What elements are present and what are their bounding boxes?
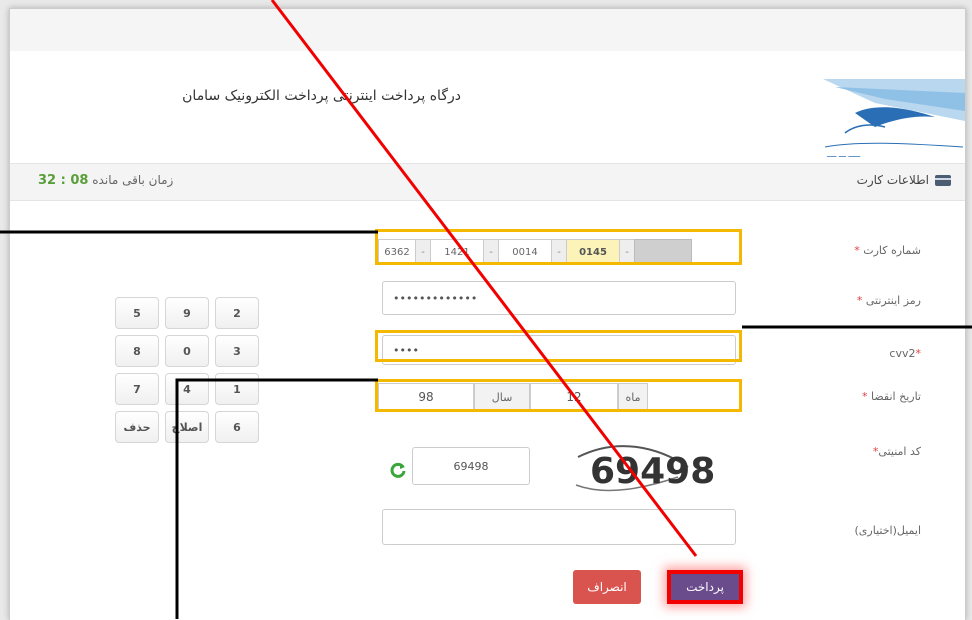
captcha-label: کد امنیتی* — [873, 445, 921, 458]
top-band — [10, 9, 965, 51]
keypad-delete-key[interactable]: حذف — [115, 411, 159, 443]
password-label-text: رمز اینترنتی — [865, 294, 921, 307]
expiry-year-label: سال — [474, 383, 530, 411]
svg-text:ـــــ ـــ ــــ: ـــــ ـــ ــــ — [826, 150, 861, 159]
keypad-key[interactable]: 5 — [115, 297, 159, 329]
required-mark: * — [854, 244, 860, 257]
cvv2-label-text: cvv2 — [889, 347, 916, 360]
card-segment-3[interactable]: 0014 — [498, 239, 552, 265]
keypad-key[interactable]: 8 — [115, 335, 159, 367]
captcha-input[interactable] — [413, 448, 529, 484]
keypad-key[interactable]: 4 — [165, 373, 209, 405]
keypad-key[interactable]: 6 — [215, 411, 259, 443]
card-separator: - — [484, 239, 498, 265]
expiry-label-text: تاریخ انقضا — [871, 390, 921, 403]
expiry-field: 98 سال 12 ماه — [378, 383, 744, 411]
keypad-correct-key[interactable]: اصلاح — [165, 411, 209, 443]
cvv2-field[interactable] — [382, 335, 736, 365]
expiry-month-input[interactable]: 12 — [530, 383, 618, 411]
captcha-image: 69498 — [568, 437, 746, 501]
cvv2-input[interactable] — [383, 336, 735, 364]
card-segment-1[interactable]: 6362 — [378, 239, 416, 265]
card-number-field: 6362 - 1421 - 0014 - 0145 - — [378, 237, 742, 267]
keypad-key[interactable]: 3 — [215, 335, 259, 367]
expiry-year-input[interactable]: 98 — [378, 383, 474, 411]
required-mark: * — [915, 347, 922, 360]
card-info-bar: اطلاعات کارت زمان باقی مانده 32 : 08 — [10, 163, 965, 201]
captcha-label-text: کد امنیتی — [878, 445, 921, 458]
required-mark: * — [856, 294, 863, 307]
card-segment-5[interactable] — [634, 239, 692, 265]
card-separator: - — [552, 239, 566, 265]
keypad-key[interactable]: 0 — [165, 335, 209, 367]
card-number-label-text: شماره کارت — [863, 244, 921, 257]
captcha-field[interactable] — [412, 447, 530, 485]
card-number-label: شماره کارت * — [854, 244, 921, 257]
expiry-month-label: ماه — [618, 383, 648, 411]
email-label: ایمیل(اختیاری) — [854, 524, 921, 537]
keypad-key[interactable]: 9 — [165, 297, 209, 329]
internet-password-input[interactable] — [383, 282, 735, 314]
payment-page: درگاه پرداخت اینترنتی پرداخت الکترونیک س… — [9, 8, 966, 620]
credit-card-icon — [935, 174, 951, 186]
keypad-key[interactable]: 1 — [215, 373, 259, 405]
card-info-heading: اطلاعات کارت — [857, 173, 951, 187]
expiry-label: تاریخ انقضا * — [862, 390, 921, 403]
pay-button[interactable]: پرداخت — [667, 570, 743, 604]
timer-label: زمان باقی مانده — [92, 173, 174, 187]
internet-password-field[interactable] — [382, 281, 736, 315]
refresh-captcha-icon[interactable] — [390, 462, 406, 478]
remaining-time: زمان باقی مانده 32 : 08 — [38, 173, 173, 188]
timer-value: 32 : 08 — [38, 173, 89, 188]
cvv2-label: *cvv2 — [889, 347, 921, 360]
cancel-button[interactable]: انصراف — [573, 570, 641, 604]
card-segment-4[interactable]: 0145 — [566, 239, 620, 265]
required-mark: * — [862, 390, 868, 403]
captcha-image-text: 69498 — [590, 451, 715, 492]
card-info-label: اطلاعات کارت — [856, 173, 929, 187]
card-segment-2[interactable]: 1421 — [430, 239, 484, 265]
email-input[interactable] — [383, 510, 735, 544]
sep-logo-icon: ـــــ ـــ ــــ — [823, 79, 965, 159]
keypad-key[interactable]: 7 — [115, 373, 159, 405]
password-label: رمز اینترنتی * — [857, 294, 921, 307]
email-field[interactable] — [382, 509, 736, 545]
gateway-header: درگاه پرداخت اینترنتی پرداخت الکترونیک س… — [10, 51, 965, 163]
keypad-key[interactable]: 2 — [215, 297, 259, 329]
gateway-title: درگاه پرداخت اینترنتی پرداخت الکترونیک س… — [182, 88, 461, 104]
virtual-keypad: 5 9 2 8 0 3 7 4 1 حذف اصلاح 6 — [115, 297, 259, 443]
card-separator: - — [416, 239, 430, 265]
card-separator: - — [620, 239, 634, 265]
